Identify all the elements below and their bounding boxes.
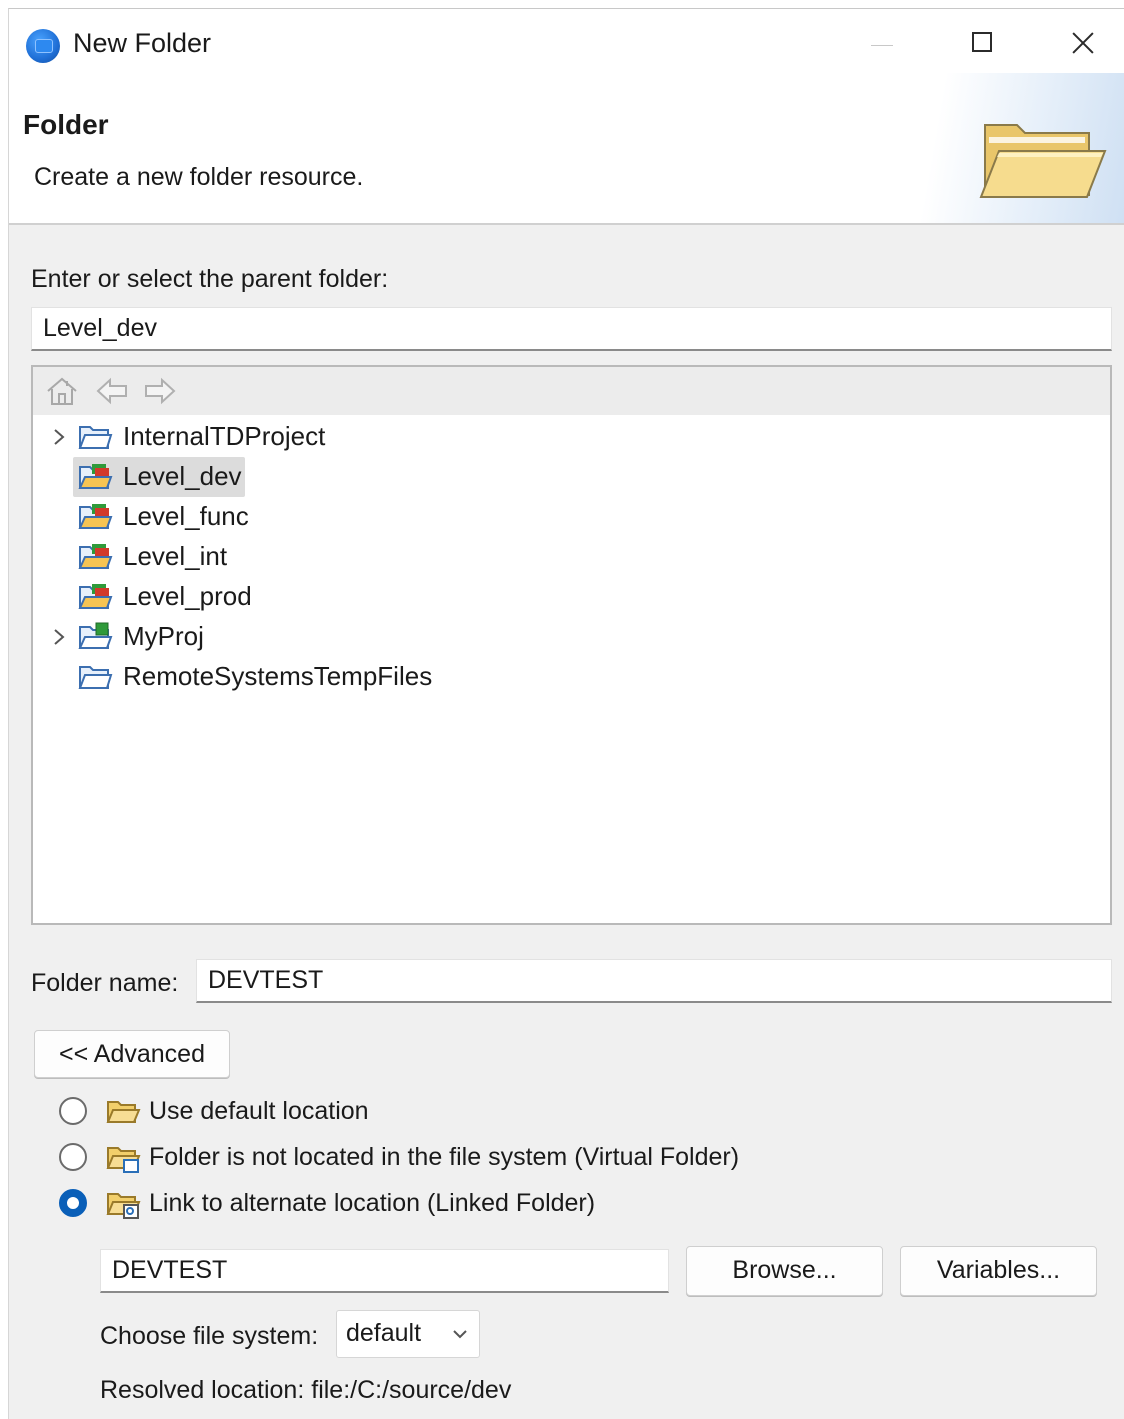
parent-folder-input[interactable] <box>31 307 1112 351</box>
tree-item-label: Level_int <box>123 541 228 571</box>
tree-item-label: MyProj <box>123 621 204 651</box>
linked-folder-radio[interactable] <box>59 1189 87 1217</box>
chevron-right-icon[interactable] <box>49 627 69 647</box>
virtual-folder-radio[interactable] <box>59 1143 87 1171</box>
use-default-location-radio[interactable] <box>59 1097 87 1125</box>
folder-icon <box>106 1101 141 1123</box>
minimize-button[interactable] <box>857 23 905 63</box>
tree-item-myproj[interactable]: MyProj <box>33 617 1110 657</box>
resolved-location-label: Resolved location: <box>100 1376 305 1404</box>
wizard-header: Folder Create a new folder resource. <box>9 73 1124 225</box>
tree-item-label: Level_prod <box>123 581 252 611</box>
tree-item-label: InternalTDProject <box>123 421 326 451</box>
linked-location-input[interactable] <box>100 1249 669 1293</box>
new-folder-dialog: New Folder Folder Create a new folder re… <box>8 8 1124 1419</box>
close-button[interactable] <box>1059 23 1107 63</box>
header-description: Create a new folder resource. <box>34 163 364 191</box>
tree-item-remotesystemstempfiles[interactable]: RemoteSystemsTempFiles <box>33 657 1110 697</box>
folder-name-label: Folder name: <box>31 969 179 997</box>
file-system-select[interactable]: default <box>336 1310 480 1358</box>
parent-folder-label: Enter or select the parent folder: <box>31 265 389 293</box>
advanced-button[interactable]: << Advanced <box>34 1030 230 1078</box>
window-title: New Folder <box>73 28 212 58</box>
tree-item-level-int[interactable]: Level_int <box>33 537 1110 577</box>
browse-button[interactable]: Browse... <box>686 1246 883 1296</box>
java-project-icon <box>78 622 113 649</box>
linked-folder-label: Link to alternate location (Linked Folde… <box>149 1189 596 1217</box>
talend-project-icon <box>78 504 113 529</box>
chevron-down-icon <box>453 1330 467 1339</box>
tree-item-level-func[interactable]: Level_func <box>33 497 1110 537</box>
tree-item-label: RemoteSystemsTempFiles <box>123 661 433 691</box>
project-folder-icon <box>78 666 113 689</box>
maximize-button[interactable] <box>959 23 1007 63</box>
folder-name-input[interactable] <box>196 959 1112 1003</box>
file-system-value: default <box>346 1319 422 1347</box>
eclipse-app-icon <box>26 29 60 63</box>
virtual-folder-icon <box>106 1147 141 1173</box>
linked-folder-icon <box>106 1193 141 1219</box>
virtual-folder-label: Folder is not located in the file system… <box>149 1143 740 1171</box>
open-folder-icon <box>979 124 1107 198</box>
forward-arrow-icon[interactable] <box>143 375 177 407</box>
chevron-right-icon[interactable] <box>49 427 69 447</box>
tree-item-internaltdproject[interactable]: InternalTDProject <box>33 417 1110 457</box>
variables-button[interactable]: Variables... <box>900 1246 1097 1296</box>
folder-tree[interactable]: InternalTDProject Level_dev Level_func L… <box>31 365 1112 925</box>
project-folder-icon <box>78 426 113 449</box>
resolved-location-value: file:/C:/source/dev <box>311 1376 512 1404</box>
tree-toolbar <box>33 367 1110 415</box>
talend-project-icon <box>78 544 113 569</box>
tree-item-level-dev[interactable]: Level_dev <box>33 457 1110 497</box>
talend-project-icon <box>78 584 113 609</box>
resolved-location-row: Resolved location: file:/C:/source/dev <box>100 1376 511 1405</box>
back-arrow-icon[interactable] <box>95 375 129 407</box>
use-default-location-label: Use default location <box>149 1097 369 1125</box>
tree-item-label: Level_func <box>123 501 249 531</box>
tree-item-label: Level_dev <box>123 461 242 491</box>
tree-item-level-prod[interactable]: Level_prod <box>33 577 1110 617</box>
header-title: Folder <box>23 109 109 140</box>
home-icon[interactable] <box>45 375 79 407</box>
talend-project-icon <box>78 464 113 489</box>
file-system-label: Choose file system: <box>100 1322 319 1350</box>
title-bar[interactable]: New Folder <box>9 9 1124 73</box>
